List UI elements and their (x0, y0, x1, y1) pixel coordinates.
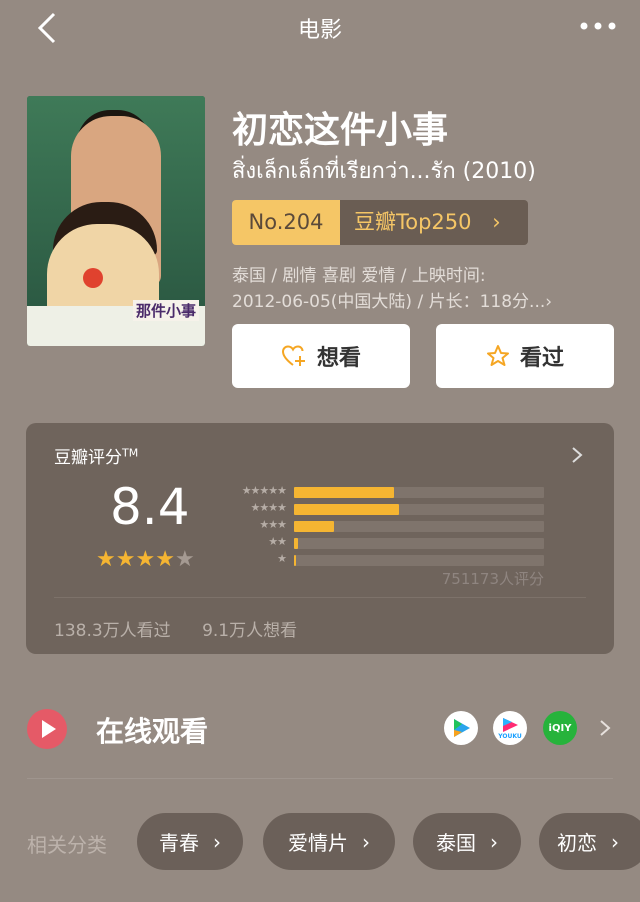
meta-line: 2012-06-05(中国大陆) / 片长：118分...› (232, 292, 553, 312)
rating-bar-fill (294, 521, 334, 532)
chevron-right-icon[interactable] (570, 445, 584, 465)
rank-list-link[interactable]: 豆瓣Top250 › (340, 200, 528, 245)
row-stars-icon: ★★★★★ (241, 484, 287, 497)
rating-bar-track (294, 538, 544, 549)
rating-bar-track (294, 521, 544, 532)
category-chip[interactable]: 爱情片 › (263, 813, 395, 870)
provider-label: iQIY (548, 722, 572, 734)
rating-bar-track (294, 504, 544, 515)
page-title: 电影 (297, 18, 342, 43)
star-outline-icon (486, 345, 509, 366)
row-stars-icon: ★★★ (259, 518, 287, 531)
poster-logo (83, 268, 103, 288)
star-icon: ★ (96, 547, 116, 572)
more-options-icon[interactable] (578, 16, 618, 36)
chevron-right-icon: › (362, 829, 370, 854)
row-stars-icon: ★ (277, 552, 287, 565)
chevron-right-icon[interactable] (598, 718, 612, 738)
rating-bar-track (294, 487, 544, 498)
iqiyi-icon[interactable]: iQIY (543, 711, 577, 745)
star-icon: ★ (174, 547, 195, 572)
star-icon: ★ (115, 547, 136, 572)
want-label: 想看 (316, 346, 361, 371)
rating-bar-fill (294, 538, 298, 549)
chevron-right-icon: › (545, 292, 553, 312)
movie-poster[interactable]: 那件小事 (27, 96, 205, 346)
related-categories-label: 相关分类 (27, 833, 107, 857)
poster-title-text: 那件小事 (132, 300, 199, 321)
rating-bar-track (294, 555, 544, 566)
rank-number: No.204 (232, 200, 340, 245)
want-count: 9.1万人想看 (202, 621, 298, 641)
chevron-right-icon: › (490, 829, 498, 854)
movie-meta[interactable]: 泰国 / 剧情 喜剧 爱情 / 上映时间: 2012-06-05(中国大陆) /… (232, 263, 602, 315)
star-icon: ★ (155, 547, 175, 572)
rating-card-title: 豆瓣评分TM (54, 446, 139, 468)
chip-label: 青春 (159, 831, 199, 855)
meta-line: 泰国 / 剧情 喜剧 爱情 / 上映时间: (232, 266, 486, 286)
chip-label: 爱情片 (288, 831, 348, 855)
movie-original-title: สิ่งเล็กเล็กที่เรียกว่า...รัก (2010) (232, 159, 536, 184)
play-icon[interactable] (27, 709, 67, 749)
top250-rank-badge[interactable]: No.204 豆瓣Top250 › (232, 200, 528, 245)
watched-button[interactable]: 看过 (436, 324, 614, 388)
category-chip[interactable]: 泰国 › (413, 813, 521, 870)
rating-count: 751173人评分 (441, 570, 544, 588)
star-icon: ★ (135, 547, 156, 572)
category-chip[interactable]: 青春 › (137, 813, 243, 870)
rating-stars: ★★★★★ (96, 547, 195, 572)
rating-bar-fill (294, 504, 399, 515)
divider (27, 778, 613, 779)
chevron-right-icon: › (611, 829, 619, 854)
watch-online-label[interactable]: 在线观看 (96, 710, 208, 750)
chip-label: 初恋 (557, 831, 597, 855)
divider (54, 597, 586, 598)
movie-title: 初恋这件小事 (232, 110, 449, 151)
chip-label: 泰国 (436, 831, 476, 855)
provider-label: YOUKU (498, 732, 522, 740)
heart-plus-icon (281, 345, 305, 366)
want-to-watch-button[interactable]: 想看 (232, 324, 410, 388)
seen-count: 138.3万人看过 (54, 621, 171, 641)
youku-icon[interactable]: YOUKU (493, 711, 527, 745)
rank-list-label: 豆瓣Top250 (354, 210, 472, 234)
chevron-right-icon: › (213, 829, 221, 854)
tencent-video-icon[interactable] (444, 711, 478, 745)
rating-bar-fill (294, 555, 296, 566)
rating-card[interactable]: 豆瓣评分TM 8.4 ★★★★★ ★★★★★ ★★★★ ★★★ ★★ ★ 751173人… (26, 423, 614, 654)
rating-stats: 138.3万人看过 9.1万人想看 (54, 616, 323, 641)
rating-score: 8.4 (110, 478, 190, 536)
rating-bar-fill (294, 487, 394, 498)
category-chip[interactable]: 初恋 › (539, 813, 640, 870)
chevron-right-icon: › (492, 210, 501, 234)
row-stars-icon: ★★★★ (250, 501, 287, 514)
row-stars-icon: ★★ (268, 535, 287, 548)
seen-label: 看过 (519, 346, 564, 371)
